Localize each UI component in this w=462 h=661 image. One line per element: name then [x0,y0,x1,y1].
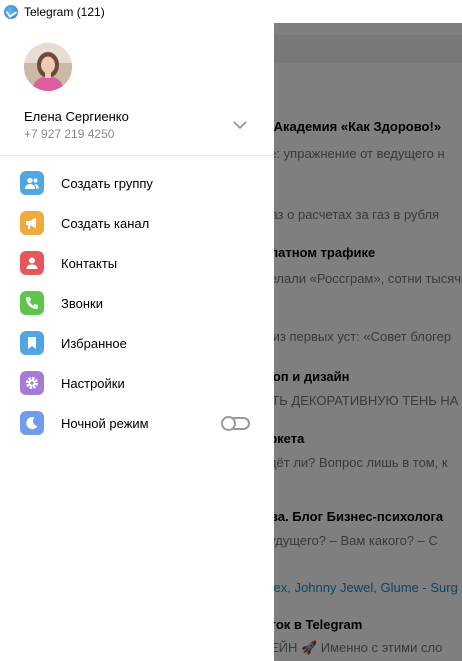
menu-item-gear[interactable]: Настройки [0,363,274,403]
chevron-down-icon[interactable] [232,119,248,131]
moon-icon [20,411,44,435]
side-drawer: Елена Сергиенко +7 927 219 4250 Создать … [0,23,274,661]
user-name: Елена Сергиенко [24,109,129,124]
menu-item-label: Избранное [61,335,127,351]
contact-icon [20,251,44,275]
window-title: Telegram (121) [24,4,105,19]
menu-item-megaphone[interactable]: Создать канал [0,203,274,243]
menu-item-contact[interactable]: Контакты [0,243,274,283]
menu-item-moon[interactable]: Ночной режим [0,403,274,443]
divider [0,155,274,156]
menu-item-bookmark[interactable]: Избранное [0,323,274,363]
group-icon [20,171,44,195]
megaphone-icon [20,211,44,235]
telegram-logo-icon [4,4,18,19]
menu-item-label: Создать канал [61,215,150,231]
menu-item-label: Ночной режим [61,415,149,431]
menu-item-group[interactable]: Создать группу [0,163,274,203]
avatar[interactable] [24,43,72,91]
window-titlebar: Telegram (121) [0,0,462,23]
menu-item-label: Настройки [61,375,125,391]
app-window: и Академия «Как Здорово!»ре: упражнение … [0,23,462,661]
menu-item-label: Звонки [61,295,103,311]
menu-item-label: Контакты [61,255,118,271]
menu-item-phone[interactable]: Звонки [0,283,274,323]
phone-icon [20,291,44,315]
gear-icon [20,371,44,395]
night-mode-toggle[interactable] [221,416,250,431]
user-phone: +7 927 219 4250 [24,127,115,141]
menu-item-label: Создать группу [61,175,153,191]
drawer-menu: Создать группу Создать канал Контакты Звонк… [0,163,274,443]
bookmark-icon [20,331,44,355]
